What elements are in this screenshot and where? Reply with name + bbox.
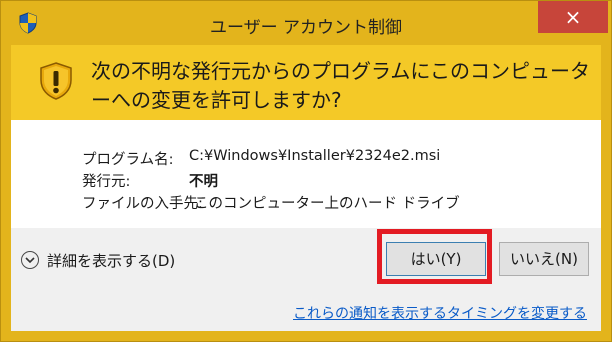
publisher-value: 不明: [189, 174, 218, 190]
show-details-toggle[interactable]: 詳細を表示する(D): [21, 248, 175, 272]
publisher-label: 発行元:: [82, 174, 131, 190]
program-label: プログラム名:: [82, 152, 174, 168]
button-footer: 詳細を表示する(D) はい(Y) いいえ(N) これらの通知を表示するタイミング…: [11, 228, 601, 331]
details-panel: プログラム名: C:¥Windows¥Installer¥2324e2.msi …: [11, 120, 601, 228]
publisher-row: 発行元: 不明: [82, 170, 218, 191]
prompt-question: 次の不明な発行元からのプログラムにこのコンピューターへの変更を許可しますか?: [91, 59, 590, 112]
origin-label: ファイルの入手先:: [82, 196, 203, 212]
chevron-down-icon: [21, 251, 39, 269]
warning-shield-icon: [40, 62, 72, 100]
window-title: ユーザー アカウント制御: [209, 18, 403, 38]
program-row: プログラム名: C:¥Windows¥Installer¥2324e2.msi: [82, 148, 440, 169]
origin-row: ファイルの入手先: このコンピューター上のハード ドライブ: [82, 192, 460, 213]
no-button[interactable]: いいえ(N): [499, 242, 589, 276]
yes-button-highlight: [377, 229, 492, 284]
close-icon: ×: [564, 5, 582, 29]
close-button[interactable]: ×: [538, 1, 608, 33]
notification-settings-link[interactable]: これらの通知を表示するタイミングを変更する: [293, 303, 587, 323]
title-bar[interactable]: ユーザー アカウント制御 ×: [1, 1, 611, 45]
show-details-label: 詳細を表示する(D): [47, 251, 176, 270]
warning-header: 次の不明な発行元からのプログラムにこのコンピューターへの変更を許可しますか?: [11, 45, 601, 120]
origin-value: このコンピューター上のハード ドライブ: [194, 196, 460, 212]
uac-dialog: ユーザー アカウント制御 × 次の不明な発行元からのプログラムにこのコンピュータ…: [0, 0, 612, 342]
program-value: C:¥Windows¥Installer¥2324e2.msi: [189, 148, 441, 164]
